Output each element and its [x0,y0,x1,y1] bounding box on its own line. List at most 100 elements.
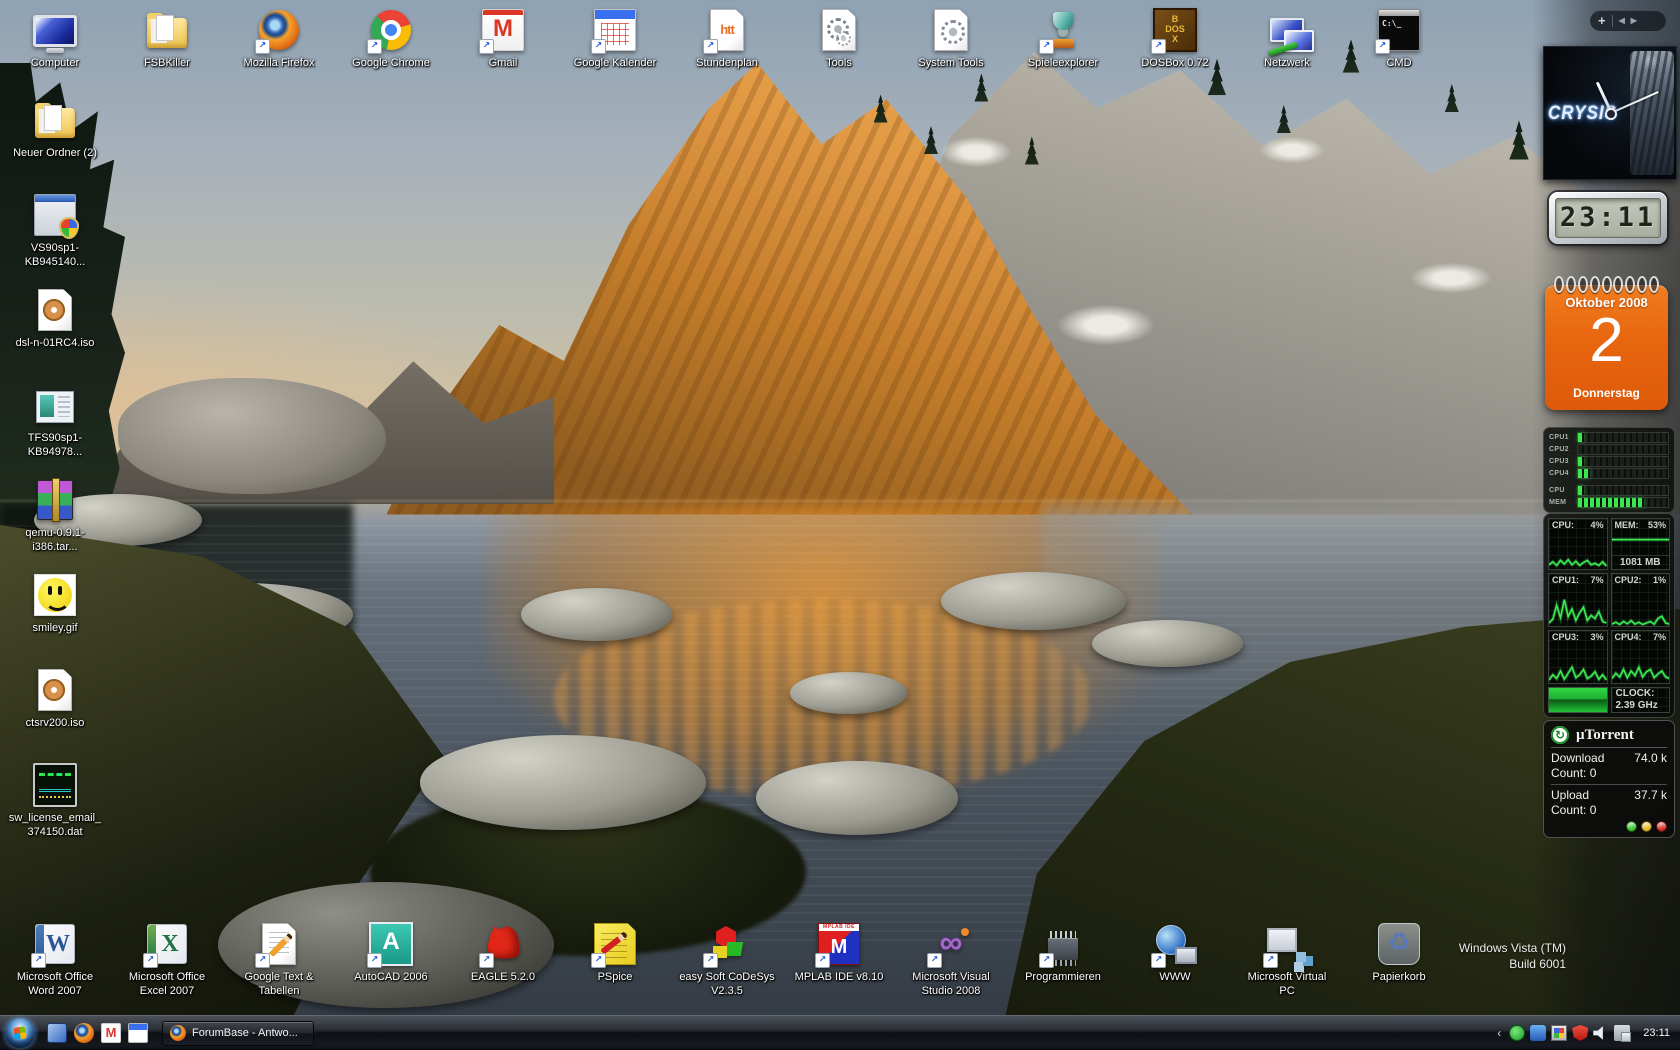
desktop-icon-tfs90sp1-kb94978[interactable]: TFS90sp1-KB94978... [7,381,103,460]
shortcut-arrow-icon: ↗ [1039,39,1054,54]
utorrent-start-button[interactable] [1626,821,1637,832]
desktop-icon-stundenplan[interactable]: htt ↗ Stundenplan [679,6,775,71]
desktop-icon-label: Papierkorb [1372,971,1426,983]
desktop-icon-google-text-tabellen[interactable]: ↗ Google Text & Tabellen [231,920,327,999]
desktop-icon-dsl-n-01rc4-iso[interactable]: dsl-n-01RC4.iso [7,286,103,351]
desktop-icon-spieleexplorer[interactable]: ↗ Spieleexplorer [1015,6,1111,71]
desktop-icon-www[interactable]: ↗ WWW [1127,920,1223,985]
desktop-icon-microsoft-office-excel-2007[interactable]: X ↗ Microsoft Office Excel 2007 [119,920,215,999]
desktop-icon-label: smiley.gif [32,622,78,634]
shortcut-arrow-icon: ↗ [31,953,46,968]
monitor-cell-value: 7% [1652,632,1666,642]
utorrent-header: µTorrent [1551,726,1667,748]
tray-network-icon[interactable] [1614,1025,1632,1042]
utorrent-gadget[interactable]: µTorrent Download74.0 kCount: 0Upload37.… [1543,720,1675,838]
desktop-icon-programmieren[interactable]: ↗ Programmieren [1015,920,1111,985]
desktop-icon-label: WWW [1159,971,1191,983]
desktop-icon-computer[interactable]: Computer [7,6,103,71]
chip-icon: ↗ [1039,920,1087,968]
desktop-icon-papierkorb[interactable]: ♻ Papierkorb [1351,920,1447,985]
desktop-icon-ctsrv200-iso[interactable]: ctsrv200.iso [7,666,103,731]
desktop-icon-dosbox-0-72[interactable]: B DOS X ↗ DOSBox 0.72 [1127,6,1223,71]
desktop-icon-label: Microsoft Office Excel 2007 [128,971,206,997]
digital-clock-gadget[interactable]: 23:11 [1549,192,1667,244]
led-label: CPU1 [1549,434,1569,441]
shortcut-arrow-icon: ↗ [1375,39,1390,54]
desktop-icon-microsoft-office-word-2007[interactable]: W ↗ Microsoft Office Word 2007 [7,920,103,999]
desktop: Computer FSBKiller ↗ Mozilla Firefox ↗ Google… [0,0,1680,1050]
led-row-cpu3: CPU3 [1549,456,1669,467]
desktop-icon-sw-license-email-374150-dat[interactable]: sw_license_email_374150.dat [7,761,103,840]
desktop-icon-easy-soft-codesys-v2-3-5[interactable]: ↗ easy Soft CoDeSys V2.3.5 [679,920,775,999]
upload-label: Upload [1551,788,1590,802]
quicklaunch-firefox-icon[interactable] [74,1023,94,1043]
desktop-icon-vs90sp1-kb945140[interactable]: VS90sp1-KB945140... [7,191,103,270]
monitor-cell-value: 7% [1590,575,1604,585]
rar-icon [31,476,79,524]
taskbar: M ForumBase - Antwo... ‹ 23:11 [0,1015,1680,1050]
system-monitor-gadget[interactable]: CPU: 4% MEM: 53% 1081 MB CPU1: 7% CPU2: 1% CPU3: 3… [1543,513,1675,718]
shortcut-arrow-icon: ↗ [927,953,942,968]
desktop-icon-eagle-5-2-0[interactable]: ↗ EAGLE 5.2.0 [455,920,551,985]
spiral-ring [1601,276,1612,293]
add-gadget-button[interactable]: + [1598,14,1606,27]
utorrent-stats: Download 74.0 k Count: 0 Upload 37.7 k Count:… [1551,751,1667,818]
desktop-icon-label: EAGLE 5.2.0 [470,971,536,983]
monitor-cell-label: CPU3: [1552,632,1580,642]
tray-expand-chevron-icon[interactable]: ‹ [1497,1026,1501,1040]
desktop-icon-system-tools[interactable]: System Tools [903,6,999,71]
gadgets-next-button[interactable]: ▶ [1631,14,1637,27]
desktop-icon-microsoft-virtual-pc[interactable]: ↗ Microsoft Virtual PC [1239,920,1335,999]
autocad-icon: A ↗ [367,920,415,968]
tray-utorrent-icon[interactable] [1509,1025,1526,1041]
desktop-icon-mplab-ide-v8-10[interactable]: MPLAB IDE M ↗ MPLAB IDE v8.10 [791,920,887,985]
crysis-analog-clock-gadget[interactable]: CRYSIS [1543,46,1677,180]
utorrent-pause-button[interactable] [1641,821,1652,832]
desktop-icon-gmail[interactable]: M ↗ Gmail [455,6,551,71]
utorrent-stop-button[interactable] [1656,821,1667,832]
taskbar-window-button[interactable]: ForumBase - Antwo... [162,1020,314,1046]
clock-speed-value: 2.39 GHz [1615,700,1658,711]
desktop-icon-fsbkiller[interactable]: FSBKiller [119,6,215,71]
desktop-icon-label: qemu-0.9.1-i386.tar... [25,527,85,553]
monitor-cell-label: CPU: [1552,520,1574,530]
smiley-icon [31,571,79,619]
start-button[interactable] [5,1018,35,1048]
monitor-cell-value: 53% [1647,520,1666,530]
upload-count: Count: 0 [1551,803,1597,817]
quicklaunch-gmail-icon[interactable]: M [101,1023,121,1043]
desktop-icon-cmd[interactable]: C:\_ ↗ CMD [1351,6,1447,71]
html-doc-icon: htt ↗ [703,6,751,54]
desktop-icon-microsoft-visual-studio-2008[interactable]: ∞ ↗ Microsoft Visual Studio 2008 [903,920,999,999]
desktop-icon-google-kalender[interactable]: ↗ Google Kalender [567,6,663,71]
desktop-icon-tools[interactable]: Tools [791,6,887,71]
desktop-icon-neuer-ordner-2[interactable]: Neuer Ordner (2) [7,96,103,161]
tray-app-icon[interactable] [1530,1025,1547,1041]
gadgets-prev-button[interactable]: ◀ [1619,14,1625,27]
recycle-bin-icon: ♻ [1375,920,1423,968]
shortcut-arrow-icon: ↗ [1039,953,1054,968]
desktop-icon-google-chrome[interactable]: ↗ Google Chrome [343,6,439,71]
tray-volume-icon[interactable] [1593,1026,1603,1040]
desktop-icon-label: sw_license_email_374150.dat [8,812,102,838]
desktop-icon-smiley-gif[interactable]: smiley.gif [7,571,103,636]
firefox-icon: ↗ [255,6,303,54]
quicklaunch-app-window-icon[interactable] [47,1023,67,1043]
cpu-led-meter-gadget[interactable]: CPU1 CPU2 CPU3 CPU4 CPU MEM [1543,427,1675,513]
app-window-icon [31,381,79,429]
desktop-icon-mozilla-firefox[interactable]: ↗ Mozilla Firefox [231,6,327,71]
desktop-icon-pspice[interactable]: ↗ PSpice [567,920,663,985]
desktop-icon-label: easy Soft CoDeSys V2.3.5 [679,971,775,997]
monitor-cell-clock-speed: CLOCK: 2.39 GHz [1610,687,1670,713]
calendar-gadget[interactable]: Oktober 2008 2 Donnerstag [1545,276,1668,410]
monitor-cell-label: CPU4: [1614,632,1642,642]
desktop-icon-autocad-2006[interactable]: A ↗ AutoCAD 2006 [343,920,439,985]
quicklaunch-calendar-icon[interactable] [128,1023,148,1043]
led-row-cpu1: CPU1 [1549,432,1669,443]
tray-display-icon[interactable] [1551,1025,1568,1041]
desktop-icon-qemu-0-9-1-i386-tar[interactable]: qemu-0.9.1-i386.tar... [7,476,103,555]
desktop-icon-netzwerk[interactable]: Netzwerk [1239,6,1335,71]
shortcut-arrow-icon: ↗ [591,953,606,968]
tray-security-shield-icon[interactable] [1572,1025,1589,1041]
taskbar-clock[interactable]: 23:11 [1643,1027,1670,1039]
